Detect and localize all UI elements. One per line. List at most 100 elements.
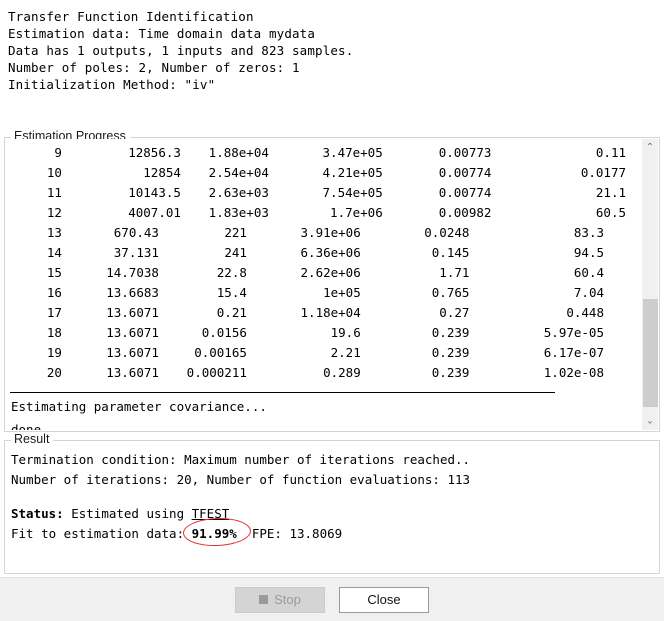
result-termination: Termination condition: Maximum number of… <box>11 450 659 470</box>
cell-improv: 0.0177 <box>491 163 626 183</box>
cell-bisect: 0.145 <box>383 243 492 263</box>
progress-log-area: 912856.31.88e+043.47e+050.007730.1110128… <box>6 139 641 430</box>
cell-cost: 13.6071 <box>62 323 181 343</box>
status-method-link[interactable]: TFEST <box>192 506 230 521</box>
cell-grad: 1e+05 <box>269 283 383 303</box>
cell-cost: 12854 <box>62 163 181 183</box>
cell-step: 22.8 <box>181 263 269 283</box>
result-group: Result Termination condition: Maximum nu… <box>4 440 660 574</box>
cell-bisect: 0.239 <box>383 323 492 343</box>
result-fit-row: Fit to estimation data: 91.99% FPE: 13.8… <box>11 524 659 544</box>
cell-cost: 670.43 <box>62 223 181 243</box>
cell-improv: 83.3 <box>491 223 626 243</box>
table-row: 13670.432213.91e+060.024883.3 <box>6 223 626 243</box>
estimation-progress-group: Estimation Progress 912856.31.88e+043.47… <box>4 137 660 432</box>
result-status-row: Status: Estimated using TFEST <box>11 504 659 524</box>
cell-improv: 94.5 <box>491 243 626 263</box>
cell-improv: 60.5 <box>491 203 626 223</box>
cell-bisect: 0.27 <box>383 303 492 323</box>
cell-improv: 7.04 <box>491 283 626 303</box>
table-row: 124007.011.83e+031.7e+060.0098260.5 <box>6 203 626 223</box>
cell-bisect: 0.239 <box>383 343 492 363</box>
cell-iter: 20 <box>6 363 62 383</box>
cell-iter: 9 <box>6 143 62 163</box>
cell-bisect: 0.765 <box>383 283 492 303</box>
cell-grad: 2.62e+06 <box>269 263 383 283</box>
cell-improv: 0.11 <box>491 143 626 163</box>
cell-bisect: 0.00774 <box>383 183 492 203</box>
cell-step: 1.88e+04 <box>181 143 269 163</box>
cell-grad: 3.47e+05 <box>269 143 383 163</box>
cell-improv: 21.1 <box>491 183 626 203</box>
cell-cost: 10143.5 <box>62 183 181 203</box>
cell-cost: 14.7038 <box>62 263 181 283</box>
cell-cost: 13.6071 <box>62 343 181 363</box>
header-line-init: Initialization Method: "iv" <box>8 76 664 93</box>
cell-iter: 15 <box>6 263 62 283</box>
scrollbar-up-button[interactable]: ⌃ <box>642 139 658 156</box>
progress-divider <box>10 392 555 393</box>
cell-bisect: 0.0248 <box>383 223 492 243</box>
header-line-title: Transfer Function Identification <box>8 8 664 25</box>
table-row: 1913.60710.001652.210.2396.17e-07 <box>6 343 626 363</box>
cell-step: 0.0156 <box>181 323 269 343</box>
cell-step: 0.000211 <box>181 363 269 383</box>
cell-grad: 6.36e+06 <box>269 243 383 263</box>
cell-iter: 18 <box>6 323 62 343</box>
close-button-label: Close <box>367 592 400 607</box>
progress-scrollbar[interactable]: ⌃ ⌄ <box>641 139 658 430</box>
stop-square-icon <box>259 595 268 604</box>
progress-footer-done: done. <box>6 420 641 430</box>
cell-iter: 16 <box>6 283 62 303</box>
cell-improv: 1.02e-08 <box>491 363 626 383</box>
cell-grad: 3.91e+06 <box>269 223 383 243</box>
header-line-data: Estimation data: Time domain data mydata <box>8 25 664 42</box>
cell-grad: 0.289 <box>269 363 383 383</box>
scrollbar-thumb[interactable] <box>643 299 658 407</box>
cell-bisect: 0.00773 <box>383 143 492 163</box>
cell-iter: 12 <box>6 203 62 223</box>
cell-step: 1.83e+03 <box>181 203 269 223</box>
chevron-up-icon: ⌃ <box>646 143 654 152</box>
cell-bisect: 1.71 <box>383 263 492 283</box>
cell-improv: 6.17e-07 <box>491 343 626 363</box>
table-row: 2013.60710.0002110.2890.2391.02e-08 <box>6 363 626 383</box>
result-iterations: Number of iterations: 20, Number of func… <box>11 470 659 490</box>
progress-table: 912856.31.88e+043.47e+050.007730.1110128… <box>6 143 626 383</box>
cell-iter: 17 <box>6 303 62 323</box>
stop-button-label: Stop <box>274 592 301 607</box>
close-button[interactable]: Close <box>339 587 429 613</box>
cell-grad: 1.7e+06 <box>269 203 383 223</box>
cell-cost: 12856.3 <box>62 143 181 163</box>
cell-cost: 13.6683 <box>62 283 181 303</box>
cell-iter: 13 <box>6 223 62 243</box>
header-line-poles: Number of poles: 2, Number of zeros: 1 <box>8 59 664 76</box>
cell-step: 241 <box>181 243 269 263</box>
cell-bisect: 0.00774 <box>383 163 492 183</box>
scrollbar-down-button[interactable]: ⌄ <box>642 413 658 430</box>
cell-grad: 7.54e+05 <box>269 183 383 203</box>
stop-button[interactable]: Stop <box>235 587 325 613</box>
cell-iter: 10 <box>6 163 62 183</box>
fpe-label: FPE: 13.8069 <box>237 526 342 541</box>
cell-iter: 19 <box>6 343 62 363</box>
cell-improv: 0.448 <box>491 303 626 323</box>
cell-step: 0.21 <box>181 303 269 323</box>
cell-step: 0.00165 <box>181 343 269 363</box>
result-spacer <box>11 490 659 504</box>
cell-bisect: 0.239 <box>383 363 492 383</box>
cell-grad: 1.18e+04 <box>269 303 383 323</box>
cell-bisect: 0.00982 <box>383 203 492 223</box>
cell-grad: 2.21 <box>269 343 383 363</box>
cell-cost: 37.131 <box>62 243 181 263</box>
fit-value: 91.99% <box>192 526 237 541</box>
summary-header: Transfer Function Identification Estimat… <box>0 0 664 93</box>
cell-cost: 13.6071 <box>62 363 181 383</box>
cell-cost: 4007.01 <box>62 203 181 223</box>
cell-iter: 11 <box>6 183 62 203</box>
dialog-button-bar: Stop Close <box>0 577 664 621</box>
progress-footer-covariance: Estimating parameter covariance... <box>6 397 641 416</box>
cell-improv: 5.97e-05 <box>491 323 626 343</box>
result-legend: Result <box>11 432 53 446</box>
cell-step: 2.63e+03 <box>181 183 269 203</box>
